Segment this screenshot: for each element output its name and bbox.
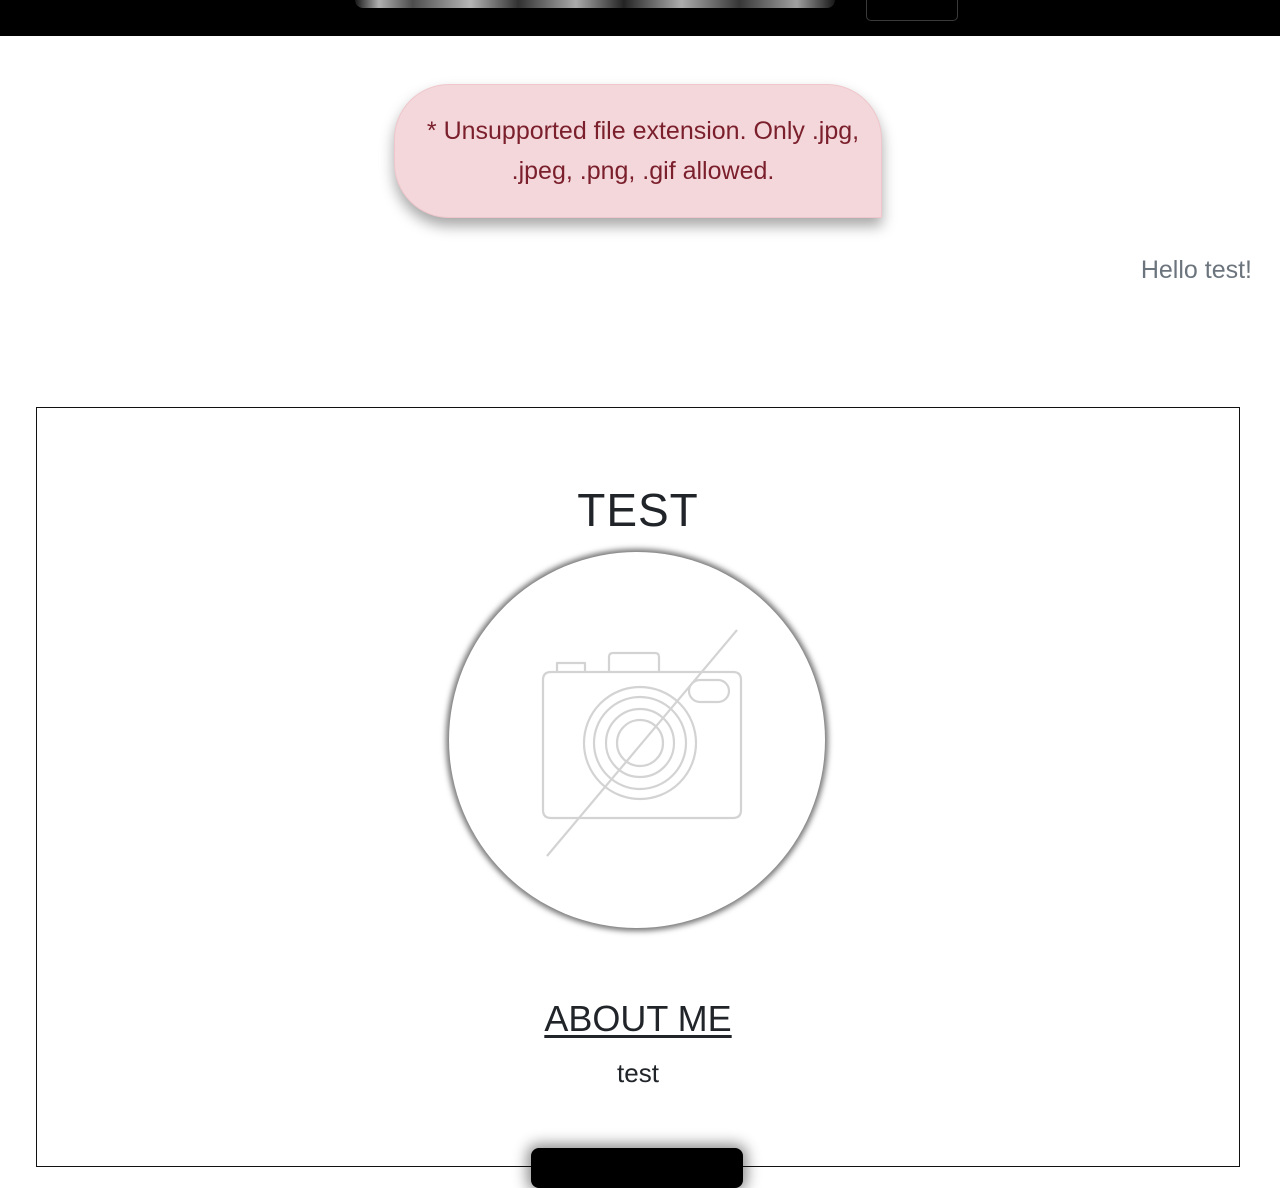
profile-card: TEST ABOUT ME test	[36, 407, 1240, 1188]
menu-toggle-button[interactable]	[866, 0, 958, 21]
top-navigation-bar	[0, 0, 1280, 36]
site-logo[interactable]	[355, 0, 835, 8]
profile-action-button[interactable]	[531, 1148, 743, 1188]
no-photo-camera-icon	[541, 629, 743, 857]
about-me-heading: ABOUT ME	[544, 998, 732, 1039]
error-alert: * Unsupported file extension. Only .jpg,…	[394, 84, 882, 218]
profile-name: TEST	[577, 484, 699, 536]
error-alert-message: * Unsupported file extension. Only .jpg,…	[426, 117, 860, 185]
about-me-text: test	[617, 1058, 659, 1088]
profile-avatar[interactable]	[449, 552, 825, 928]
greeting-text: Hello test!	[1140, 256, 1252, 284]
